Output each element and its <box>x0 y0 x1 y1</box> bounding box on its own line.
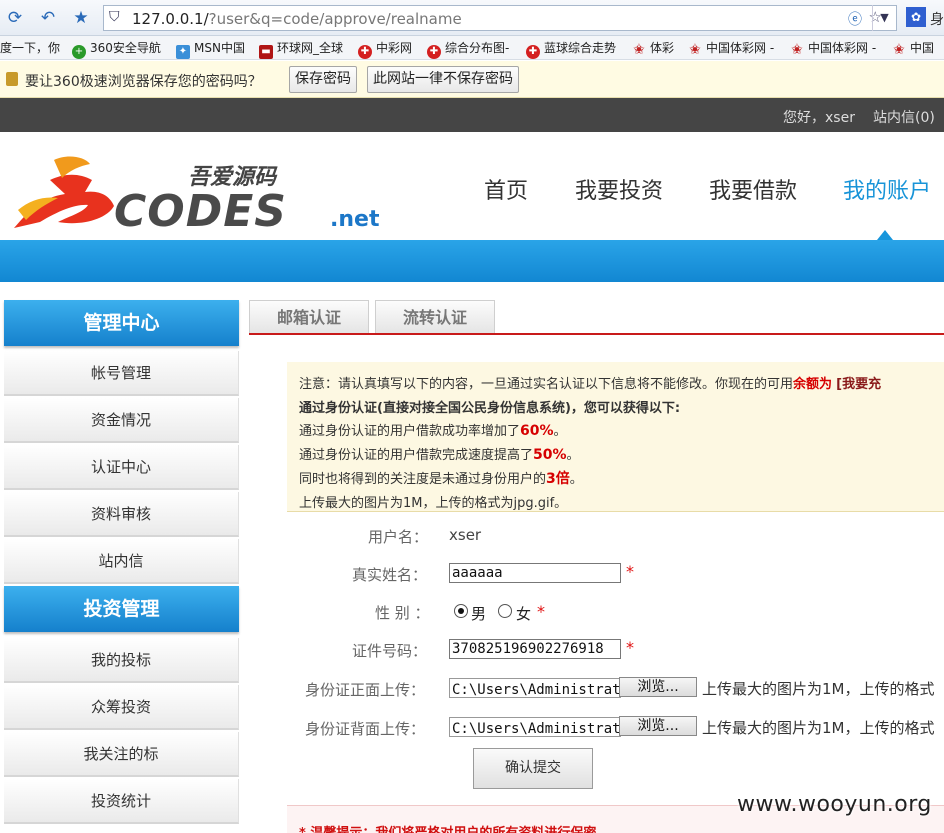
bookmark-item[interactable]: ✦ MSN中国 <box>176 39 245 59</box>
lottery-icon: ✚ <box>526 45 540 59</box>
required-mark: * <box>626 562 634 581</box>
id-front-file-input[interactable]: C:\Users\Administrator <box>449 678 621 698</box>
upload-hint: 上传最大的图片为1M，上传的格式 <box>702 680 935 698</box>
privacy-tip-text: * 温馨提示：我们将严格对用户的所有资料进行保密 <box>299 822 596 833</box>
bookmark-item[interactable]: ✚ 综合分布图- <box>427 39 509 59</box>
star-icon: ✬ <box>893 42 905 58</box>
lottery-icon: ✚ <box>427 45 441 59</box>
id-back-browse-button[interactable]: 浏览... <box>619 716 697 736</box>
key-icon <box>6 72 18 86</box>
id-front-browse-button[interactable]: 浏览... <box>619 677 697 697</box>
site-header: 吾爱源码 CODES .net 首页 我要投资 我要借款 我的账户 <box>0 132 944 240</box>
bookmark-item[interactable]: +360安全导航 <box>72 39 161 59</box>
id-back-file-input[interactable]: C:\Users\Administrator <box>449 717 621 737</box>
bookmark-item[interactable]: ✚ 蓝球综合走势 <box>526 39 616 59</box>
nav-account[interactable]: 我的账户 <box>843 173 931 205</box>
msn-icon: ✦ <box>176 45 190 59</box>
notice-line: 同时也将得到的关注度是未通过身份用户的3倍。 <box>299 471 583 487</box>
id-number-label: 证件号码： <box>352 642 428 660</box>
refresh-icon[interactable]: ⟳ <box>5 8 25 28</box>
sidebar-item-watched[interactable]: 我关注的标 <box>4 732 239 777</box>
nav-borrow[interactable]: 我要借款 <box>709 173 797 205</box>
star-icon: ✬ <box>791 42 803 58</box>
nav-active-indicator <box>877 230 893 240</box>
bookmark-item[interactable]: ✬ 中国体彩网 - <box>688 39 774 57</box>
notice-line: 通过身份认证(直接对接全国公民身份信息系统)，您可以获得以下: <box>299 401 681 416</box>
undo-icon[interactable]: ↶ <box>38 8 58 28</box>
site-logo[interactable]: 吾爱源码 CODES .net <box>10 150 390 237</box>
logo-codes-text: CODES <box>114 186 287 230</box>
realname-label: 真实姓名： <box>352 566 428 584</box>
sidebar-item-statistics[interactable]: 投资统计 <box>4 779 239 824</box>
gender-female-radio[interactable] <box>498 604 512 618</box>
username-label: 用户名： <box>368 528 429 546</box>
favorite-star-icon[interactable]: ★ <box>71 8 91 28</box>
save-password-button[interactable]: 保存密码 <box>289 66 357 93</box>
password-save-message: 要让360极速浏览器保存您的密码吗？ <box>25 74 262 90</box>
sidebar-item-my-bids[interactable]: 我的投标 <box>4 638 239 683</box>
id-back-upload-label: 身份证背面上传： <box>305 720 426 738</box>
baidu-paw-icon[interactable]: ✿ <box>906 7 926 27</box>
nav-home[interactable]: 首页 <box>484 173 528 205</box>
required-mark: * <box>537 602 545 621</box>
bookmarks-bar: 度一下，你 +360安全导航 ✦ MSN中国 ▬ 环球网_全球 ✚ 中彩网 ✚ 综合分布… <box>0 36 944 60</box>
gender-label: 性 别 ： <box>375 604 430 622</box>
never-save-password-button[interactable]: 此网站一律不保存密码 <box>367 66 519 93</box>
gender-female-label[interactable]: 女 <box>516 603 531 624</box>
blue-banner <box>0 240 944 282</box>
tab-flow-verification[interactable]: 流转认证 <box>375 300 495 334</box>
browser-toolbar: ⟳ ↶ ★ ⛉ 127.0.0.1/?user&q=code/approve/r… <box>0 0 944 36</box>
search-engine-label: 身 <box>930 12 944 28</box>
notice-line: 通过身份认证的用户借款完成速度提高了50%。 <box>299 447 580 463</box>
address-url[interactable]: 127.0.0.1/?user&q=code/approve/realname <box>132 10 462 28</box>
site-top-bar: 您好，xser 站内信(0) <box>0 98 944 132</box>
inbox-link[interactable]: 站内信(0) <box>873 107 935 127</box>
huanqiu-icon: ▬ <box>259 45 273 59</box>
sidebar-item-crowdfunding[interactable]: 众筹投资 <box>4 685 239 730</box>
tab-underline <box>249 333 944 335</box>
notice-box: 注意：请认真填写以下的内容，一旦通过实名认证以下信息将不能修改。你现在的可用余额… <box>287 362 944 512</box>
submit-button[interactable]: 确认提交 <box>473 748 593 789</box>
nav-invest[interactable]: 我要投资 <box>575 173 663 205</box>
user-greeting[interactable]: 您好，xser <box>783 107 855 127</box>
gender-male-label[interactable]: 男 <box>471 603 486 624</box>
lottery-icon: ✚ <box>358 45 372 59</box>
bookmark-item[interactable]: ✬ 体彩 <box>632 39 674 57</box>
bookmark-item[interactable]: 度一下，你 <box>0 39 60 56</box>
star-icon: ✬ <box>633 42 645 58</box>
id-number-input[interactable]: 370825196902276918 <box>449 639 621 659</box>
upload-hint: 上传最大的图片为1M，上传的格式 <box>702 719 935 737</box>
notice-line: 通过身份认证的用户借款成功率增加了60%。 <box>299 423 567 439</box>
username-value: xser <box>449 526 482 544</box>
id-front-upload-label: 身份证正面上传： <box>305 681 426 699</box>
watermark: www.wooyun.org <box>737 792 932 817</box>
bookmark-item[interactable]: ✬ 中国体彩网 - <box>790 39 876 57</box>
sidebar-item-verification[interactable]: 认证中心 <box>4 445 239 490</box>
gender-male-radio[interactable] <box>454 604 468 618</box>
sidebar-item-documents[interactable]: 资料审核 <box>4 492 239 537</box>
ie-compat-icon[interactable]: ⓔ <box>848 9 862 29</box>
bookmark-item[interactable]: ▬ 环球网_全球 <box>259 39 343 59</box>
star-icon: ✬ <box>689 42 701 58</box>
sidebar-section-invest: 投资管理 <box>4 586 239 632</box>
logo-net-text: .net <box>330 207 380 230</box>
shield-icon: ⛉ <box>109 9 120 25</box>
required-mark: * <box>626 638 634 657</box>
sidebar-section-manage: 管理中心 <box>4 300 239 346</box>
logo-runner-icon: 吾爱源码 CODES .net <box>14 156 380 237</box>
notice-line: 上传最大的图片为1M，上传的格式为jpg.gif。 <box>299 496 568 511</box>
sidebar-item-funds[interactable]: 资金情况 <box>4 398 239 443</box>
notice-line: 注意：请认真填写以下的内容，一旦通过实名认证以下信息将不能修改。你现在的可用余额… <box>299 377 882 392</box>
password-save-bar: 要让360极速浏览器保存您的密码吗？ 保存密码 此网站一律不保存密码 <box>0 61 944 98</box>
sidebar: 管理中心 帐号管理 资金情况 认证中心 资料审核 站内信 投资管理 我的投标 众… <box>4 300 239 833</box>
realname-input[interactable]: aaaaaa <box>449 563 621 583</box>
bookmark-item[interactable]: ✚ 中彩网 <box>358 39 412 59</box>
sidebar-item-messages[interactable]: 站内信 <box>4 539 239 584</box>
bookmark-item[interactable]: ✬ 中国 <box>892 39 934 57</box>
sidebar-item-account[interactable]: 帐号管理 <box>4 351 239 396</box>
tab-email-verification[interactable]: 邮箱认证 <box>249 300 369 334</box>
address-dropdown-icon[interactable]: ▼ <box>872 5 896 31</box>
address-bar[interactable]: ⛉ 127.0.0.1/?user&q=code/approve/realnam… <box>103 5 897 31</box>
360-icon: + <box>72 45 86 59</box>
